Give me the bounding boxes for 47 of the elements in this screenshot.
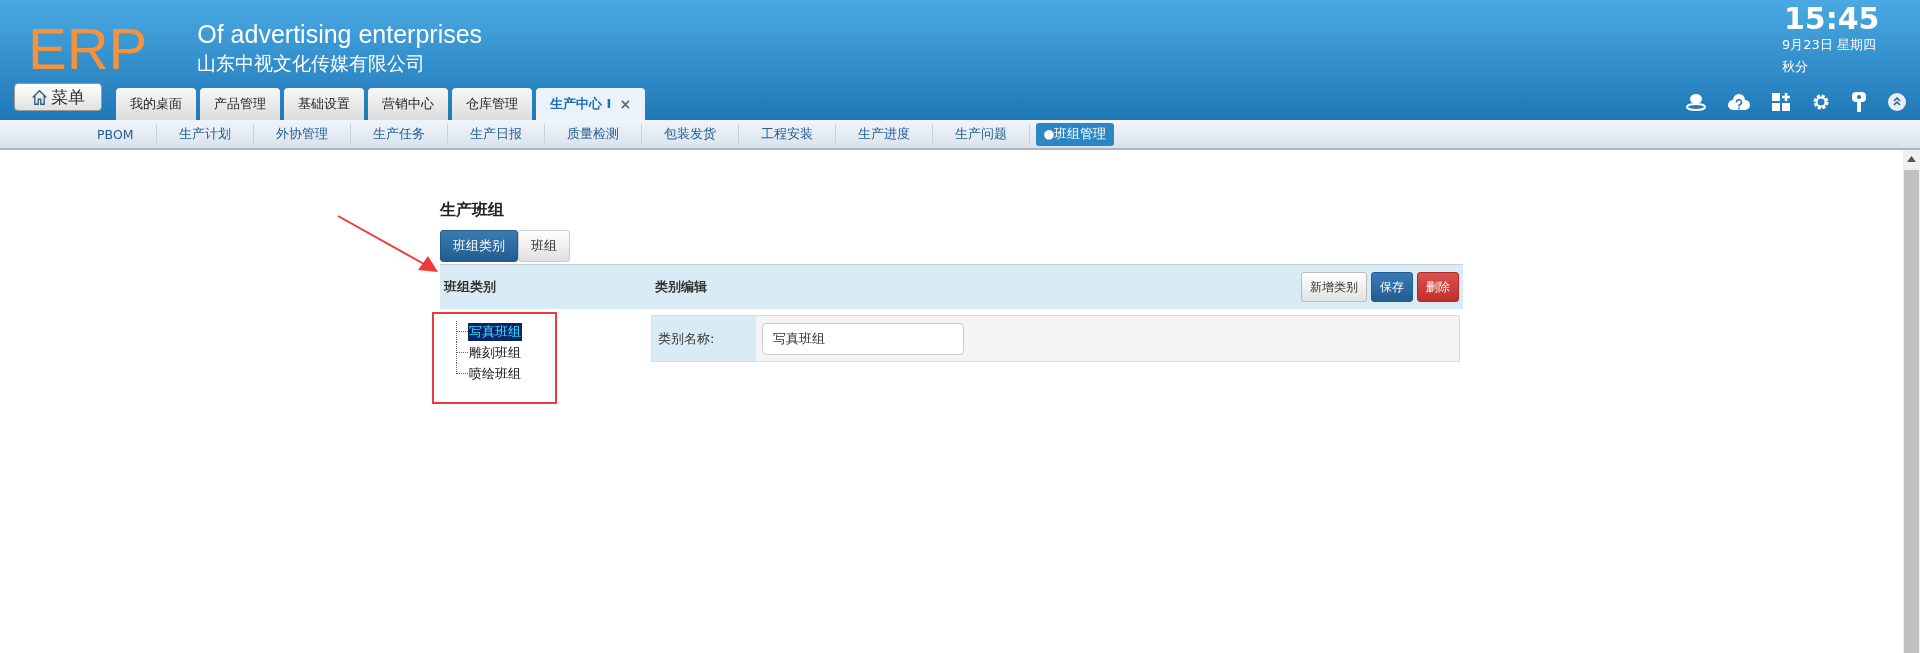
column-heading: 类别编辑 [655, 278, 707, 296]
sub-nav-item[interactable]: 生产任务 [362, 123, 435, 145]
category-name-field[interactable]: 写真班组 [762, 322, 964, 355]
tree-item[interactable]: 喷绘班组 [468, 364, 522, 383]
module-tab[interactable]: 生产中心 I × [536, 88, 646, 120]
key-icon[interactable] [1852, 92, 1866, 112]
tree-item[interactable]: 写真班组 [468, 322, 522, 341]
module-tab[interactable]: 营销中心 [368, 88, 448, 120]
field-label: 类别名称: [652, 316, 756, 361]
home-icon [31, 88, 48, 106]
sub-nav-item[interactable]: 质量检测 [556, 123, 629, 145]
menu-button[interactable]: 菜单 [14, 83, 102, 111]
page-title: 生产班组 [440, 200, 505, 221]
sub-nav-item[interactable]: 生产进度 [847, 123, 920, 145]
settings-icon[interactable] [1812, 93, 1830, 111]
page-tab[interactable]: 班组类别 [440, 230, 518, 262]
clock-date: 9月23日 星期四 [1782, 36, 1877, 54]
sub-nav-item[interactable]: 外协管理 [265, 123, 338, 145]
chat-bubble-icon[interactable] [1686, 93, 1706, 111]
module-tab[interactable]: 产品管理 [200, 88, 280, 120]
action-button[interactable]: 删除 [1417, 272, 1459, 302]
close-icon[interactable]: × [619, 96, 632, 112]
scroll-up-icon[interactable] [1907, 156, 1916, 162]
sub-nav-item[interactable]: 生产计划 [168, 123, 241, 145]
app-title: Of advertising enterprises [197, 19, 483, 50]
company-name: 山东中视文化传媒有限公司 [197, 51, 427, 76]
sub-nav-item[interactable]: PBOM [87, 124, 144, 144]
collapse-icon[interactable] [1888, 93, 1906, 111]
module-tab[interactable]: 我的桌面 [116, 88, 196, 120]
grid-add-icon[interactable] [1772, 93, 1790, 111]
column-heading: 班组类别 [444, 278, 497, 296]
erp-logo: ERP [28, 20, 148, 78]
action-button[interactable]: 保存 [1371, 272, 1413, 302]
tree-item[interactable]: 雕刻班组 [468, 343, 522, 362]
scrollbar[interactable] [1903, 150, 1920, 653]
sub-nav-item[interactable]: 工程安装 [750, 123, 823, 145]
module-tab[interactable]: 仓库管理 [452, 88, 532, 120]
module-tab[interactable]: 基础设置 [284, 88, 364, 120]
sub-nav-item[interactable]: 包装发货 [653, 123, 726, 145]
solar-term: 秋分 [1782, 58, 1809, 76]
clock-time: 15:45 [1784, 2, 1881, 36]
sub-nav-item[interactable]: ●班组管理 [1035, 122, 1115, 146]
page-tab[interactable]: 班组 [518, 230, 570, 262]
sub-nav-item[interactable]: 生产日报 [459, 123, 532, 145]
sub-nav-item[interactable]: 生产问题 [944, 123, 1017, 145]
cloud-question-icon[interactable] [1728, 93, 1750, 111]
action-button[interactable]: 新增类别 [1301, 272, 1367, 302]
